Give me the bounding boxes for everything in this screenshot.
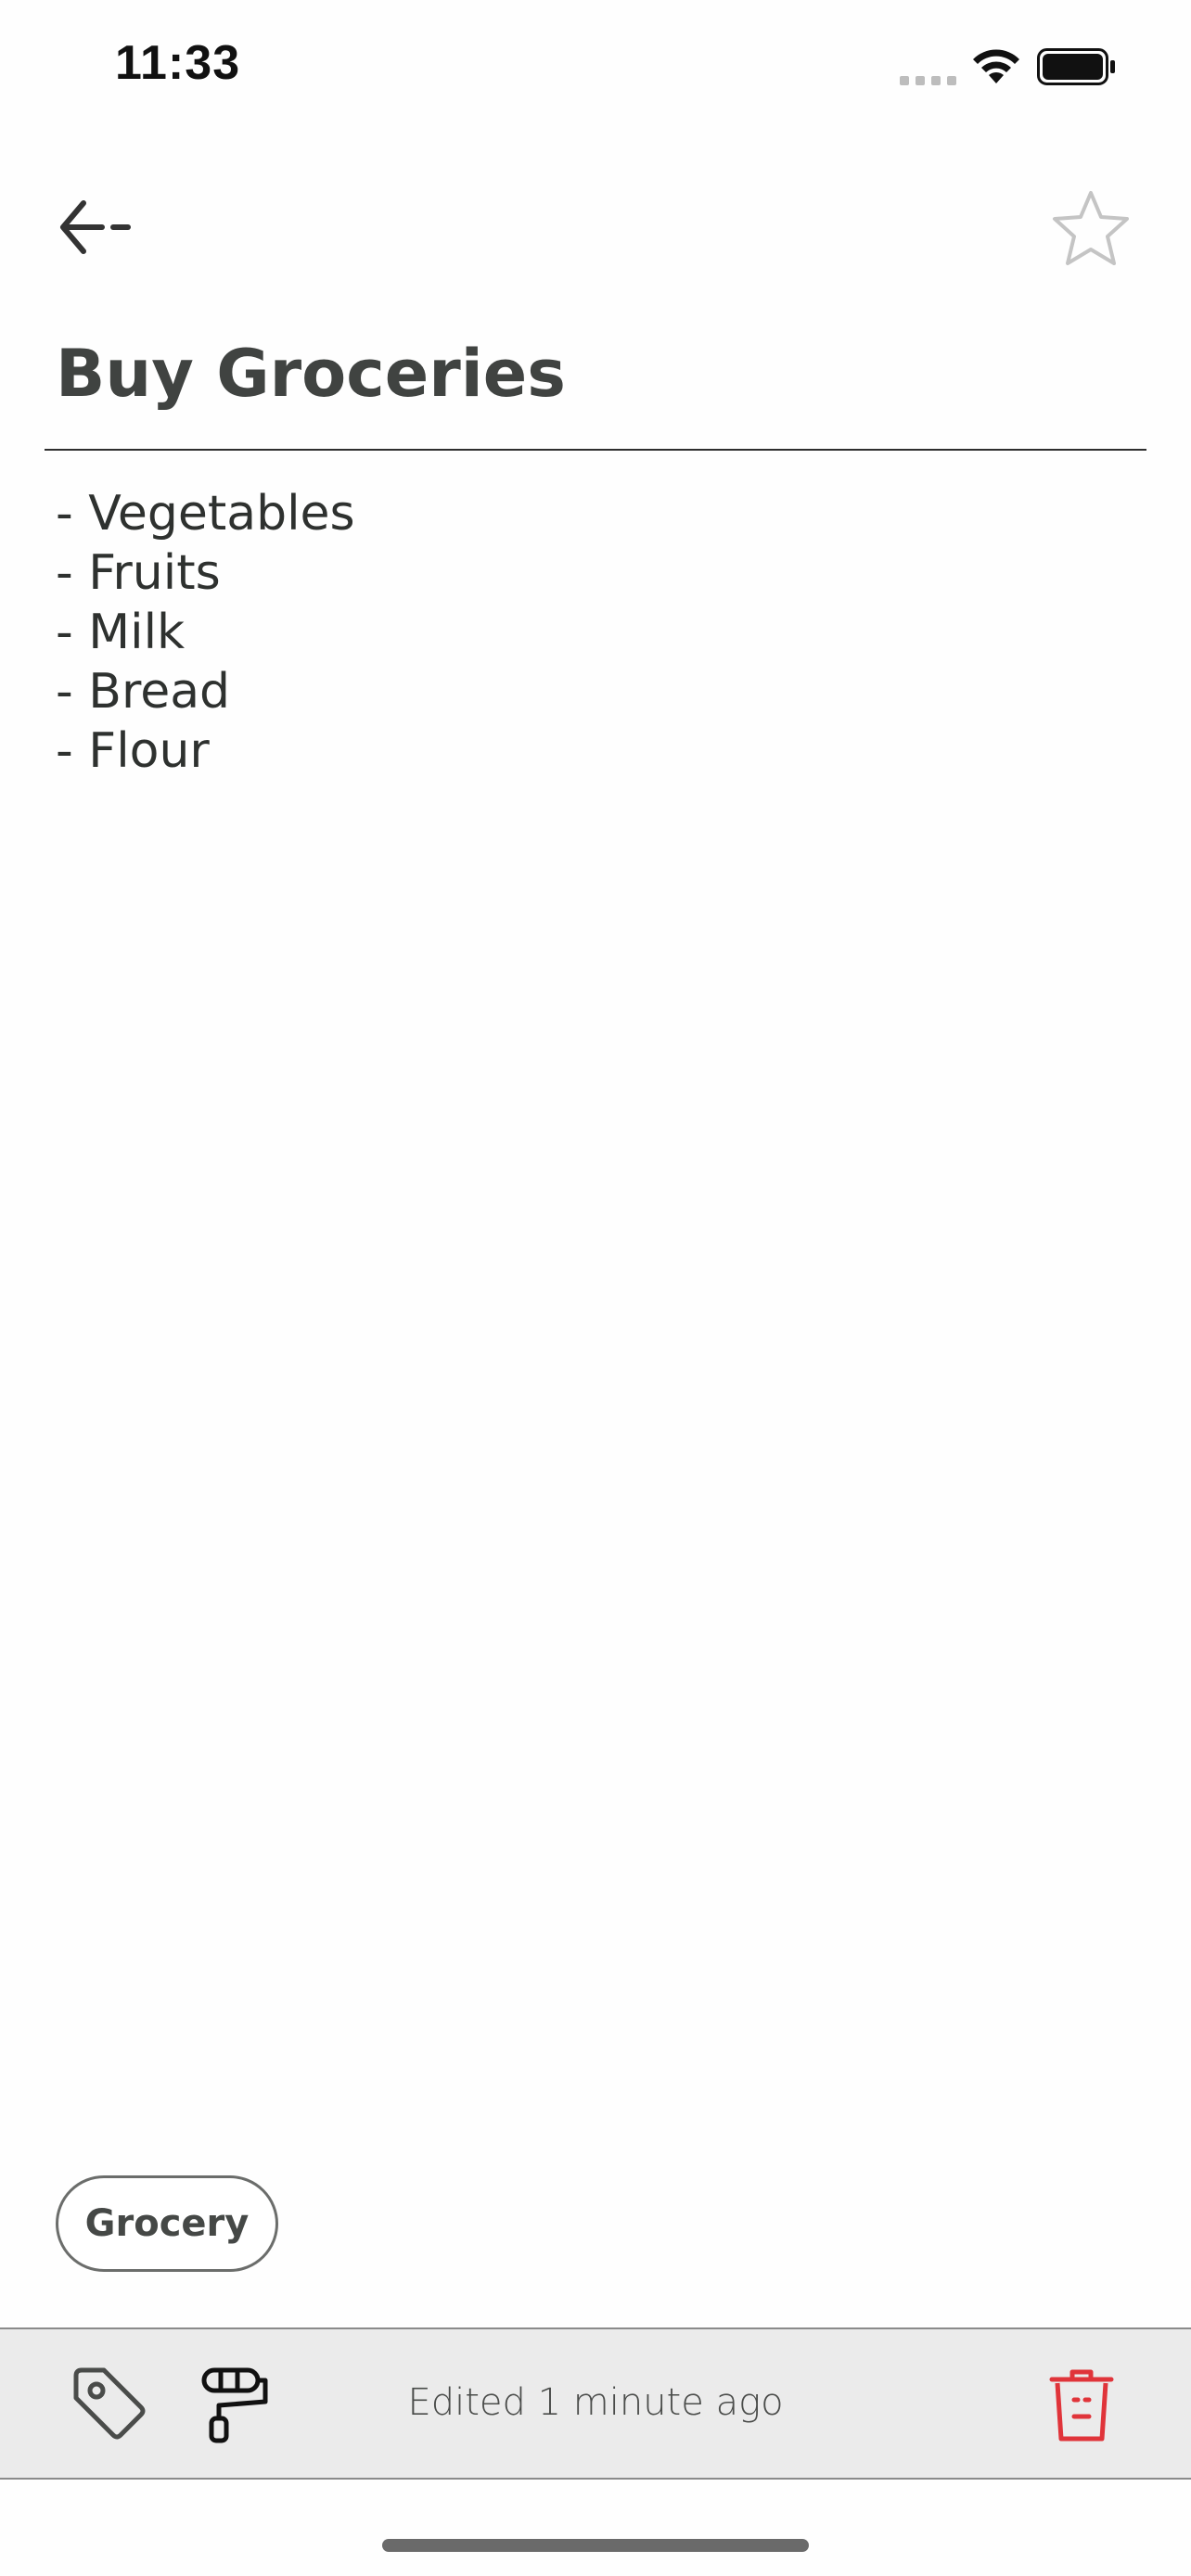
back-button[interactable] (56, 190, 139, 264)
edited-timestamp: Edited 1 minute ago (407, 2381, 784, 2424)
note-line: - Bread (56, 664, 231, 720)
note-body[interactable]: - Vegetables - Fruits - Milk - Bread - F… (56, 484, 355, 781)
wifi-icon (973, 49, 1019, 83)
note-detail-screen: 11:33 Buy Groceries - Vegetables - Fruit… (0, 0, 1191, 2576)
status-bar: 11:33 (0, 0, 1191, 139)
battery-icon (1037, 48, 1115, 85)
note-line: - Flour (56, 723, 210, 779)
delete-button[interactable] (1046, 2365, 1117, 2446)
title-divider (45, 449, 1146, 451)
arrow-left-icon (60, 200, 131, 254)
note-line: - Fruits (56, 545, 221, 601)
status-time: 11:33 (115, 36, 241, 90)
bottom-toolbar: Edited 1 minute ago (0, 2327, 1191, 2480)
star-outline-icon (1053, 191, 1129, 265)
trash-icon (1049, 2369, 1114, 2442)
note-line: - Vegetables (56, 486, 355, 542)
note-title[interactable]: Buy Groceries (56, 336, 566, 412)
signal-icon (900, 76, 956, 85)
note-line: - Milk (56, 605, 186, 660)
tag-chip-label: Grocery (84, 2202, 250, 2245)
tag-chip-grocery[interactable]: Grocery (56, 2175, 278, 2272)
home-indicator[interactable] (382, 2539, 809, 2552)
favorite-button[interactable] (1046, 185, 1135, 274)
